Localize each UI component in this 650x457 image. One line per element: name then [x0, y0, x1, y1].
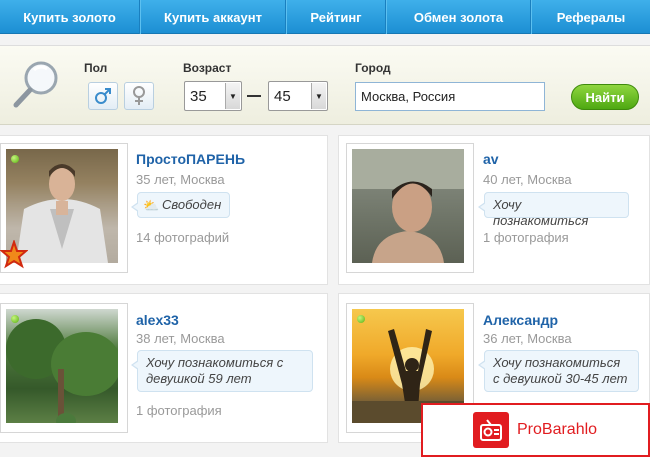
status-bubble: Хочу познакомиться с девушкой 30-45 лет [478, 350, 639, 392]
online-indicator [11, 155, 19, 163]
gender-label: Пол [84, 61, 108, 75]
nav-rating[interactable]: Рейтинг [286, 0, 386, 34]
photos-count[interactable]: 1 фотография [483, 230, 569, 245]
nav-gold-exchange[interactable]: Обмен золота [386, 0, 531, 34]
photos-count[interactable]: 1 фотография [136, 403, 222, 418]
photos-count[interactable]: 14 фотографий [136, 230, 229, 245]
age-separator [247, 95, 261, 97]
profile-name[interactable]: Александр [483, 312, 558, 328]
online-indicator [11, 315, 19, 323]
status-text: Хочу познакомиться с девушкой 30-45 лет [493, 355, 628, 386]
female-button[interactable] [124, 82, 154, 110]
male-button[interactable] [88, 82, 118, 110]
age-from-value: 35 [190, 88, 207, 105]
find-button[interactable]: Найти [571, 84, 639, 110]
male-icon [95, 88, 111, 104]
status-text: Хочу познакомиться с девушкой 59 лет [146, 355, 284, 386]
profile-info: 35 лет, Москва [136, 172, 225, 187]
search-icon [13, 61, 58, 108]
sun-cloud-icon: ⛅ [143, 198, 160, 213]
watermark-badge: ProBarahlo [421, 403, 650, 457]
age-label: Возраст [183, 61, 232, 75]
female-icon [133, 86, 145, 105]
age-to-select[interactable]: 45 ▼ [268, 81, 328, 111]
nav-buy-gold[interactable]: Купить золото [0, 0, 140, 34]
person-photo [6, 319, 118, 423]
age-to-value: 45 [274, 88, 291, 105]
chevron-down-icon[interactable]: ▼ [311, 83, 326, 109]
profile-name[interactable]: alex33 [136, 312, 179, 328]
online-indicator [357, 315, 365, 323]
city-input[interactable] [355, 82, 545, 111]
status-text: Хочу познакомиться [493, 197, 589, 228]
profile-photo[interactable] [346, 143, 474, 273]
profile-info: 40 лет, Москва [483, 172, 572, 187]
nav-referrals[interactable]: Рефералы [531, 0, 650, 34]
nav-buy-account[interactable]: Купить аккаунт [140, 0, 286, 34]
star-badge-icon [0, 240, 28, 269]
watermark-text: ProBarahlo [517, 421, 598, 438]
chevron-down-icon[interactable]: ▼ [225, 83, 240, 109]
status-bubble: Хочу познакомиться [478, 192, 629, 228]
person-photo [352, 149, 464, 263]
probarahlo-logo-icon [473, 412, 509, 448]
profile-name[interactable]: ПростоПАРЕНЬ [136, 151, 245, 167]
age-from-select[interactable]: 35 ▼ [184, 81, 242, 111]
status-bubble: Хочу познакомиться с девушкой 59 лет [131, 350, 313, 392]
profile-info: 38 лет, Москва [136, 331, 225, 346]
profile-photo[interactable] [0, 303, 128, 433]
city-label: Город [355, 61, 391, 75]
status-bubble: ⛅ Свободен [131, 192, 230, 218]
profile-name[interactable]: av [483, 151, 499, 167]
profile-info: 36 лет, Москва [483, 331, 572, 346]
top-nav: Купить золото Купить аккаунт Рейтинг Обм… [0, 0, 650, 34]
status-text: Свободен [162, 197, 222, 212]
